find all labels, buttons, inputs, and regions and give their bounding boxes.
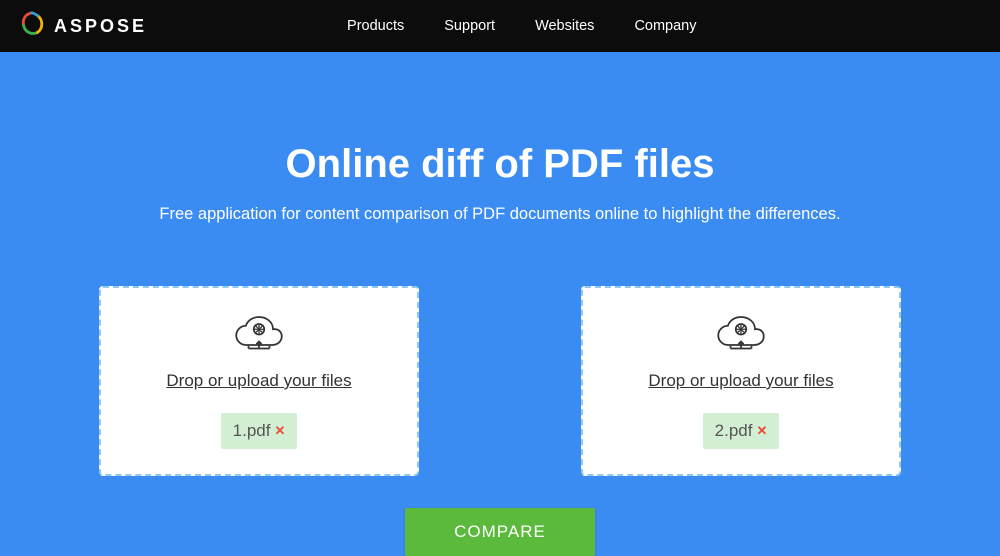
compare-button[interactable]: COMPARE [405, 508, 595, 556]
file-name: 2.pdf [715, 421, 753, 441]
file-chip: 1.pdf ✕ [221, 413, 298, 449]
dropzones-row: Drop or upload your files 1.pdf ✕ Drop o… [0, 286, 1000, 476]
page-title: Online diff of PDF files [0, 142, 1000, 187]
nav-item-company[interactable]: Company [634, 18, 696, 34]
dropzone-label: Drop or upload your files [166, 371, 351, 391]
file-name: 1.pdf [233, 421, 271, 441]
brand-logo[interactable]: ASPOSE [18, 10, 147, 43]
remove-file-icon[interactable]: ✕ [272, 423, 285, 439]
remove-file-icon[interactable]: ✕ [754, 423, 767, 439]
dropzone-right[interactable]: Drop or upload your files 2.pdf ✕ [581, 286, 901, 476]
nav-item-websites[interactable]: Websites [535, 18, 594, 34]
hero: Online diff of PDF files Free applicatio… [0, 52, 1000, 224]
file-chip: 2.pdf ✕ [703, 413, 780, 449]
swirl-icon [18, 10, 46, 43]
nav-links: Products Support Websites Company [347, 18, 696, 34]
brand-name: ASPOSE [54, 16, 147, 37]
cloud-upload-icon [231, 310, 287, 357]
nav-item-products[interactable]: Products [347, 18, 404, 34]
dropzone-label: Drop or upload your files [648, 371, 833, 391]
navbar: ASPOSE Products Support Websites Company [0, 0, 1000, 52]
page-subtitle: Free application for content comparison … [0, 205, 1000, 224]
nav-item-support[interactable]: Support [444, 18, 495, 34]
dropzone-left[interactable]: Drop or upload your files 1.pdf ✕ [99, 286, 419, 476]
cloud-upload-icon [713, 310, 769, 357]
